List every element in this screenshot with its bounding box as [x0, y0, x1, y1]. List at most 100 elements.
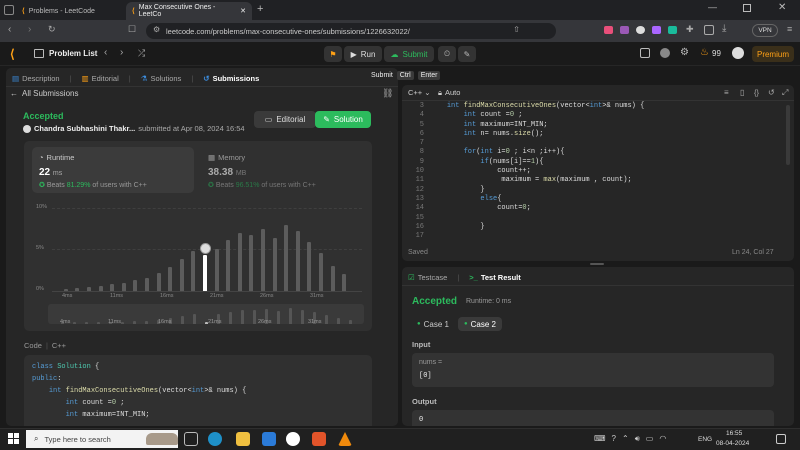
histogram-bar[interactable] [133, 280, 138, 291]
author-avatar[interactable] [23, 124, 31, 133]
next-problem-icon[interactable]: › [120, 47, 123, 58]
editorial-button[interactable]: ▭ Editorial [254, 111, 316, 128]
close-window-button[interactable]: ✕ [778, 2, 786, 13]
histogram-bar[interactable] [214, 248, 219, 291]
histogram-bar[interactable] [272, 237, 277, 291]
back-icon[interactable]: ‹ [8, 24, 11, 35]
panel-resize-handle[interactable] [590, 263, 604, 265]
run-button[interactable]: ▶ Run [344, 46, 382, 62]
histogram-bar[interactable] [179, 259, 184, 291]
prev-problem-icon[interactable]: ‹ [104, 47, 107, 58]
tab-solutions[interactable]: ⚗ Solutions [141, 74, 182, 83]
case-2-tab[interactable]: ● Case 2 [458, 317, 502, 331]
autocomplete-toggle[interactable]: 🔒︎ Auto [438, 88, 460, 98]
extension-icon-2[interactable] [620, 26, 629, 34]
tab-submissions[interactable]: ↺ Submissions [203, 74, 259, 83]
windows-start-icon[interactable] [8, 433, 19, 444]
brave-icon[interactable] [312, 432, 326, 446]
forward-icon[interactable]: › [28, 24, 31, 35]
author-name[interactable]: Chandra Subhashini Thakr... [34, 124, 135, 133]
file-explorer-icon[interactable] [236, 432, 250, 446]
extension-icon-3[interactable] [636, 26, 645, 34]
browser-tab-active[interactable]: ⟨ Max Consecutive Ones - LeetCo ✕ [126, 2, 252, 20]
all-submissions-link[interactable]: ← All Submissions [10, 89, 78, 98]
problem-list-link[interactable]: Problem List [49, 49, 97, 58]
download-icon[interactable]: ⤓ [722, 23, 726, 34]
notes-button[interactable]: ✎ [458, 46, 476, 62]
bookmark-icon[interactable]: ☐ [128, 24, 136, 35]
bookmark-icon[interactable]: ▯ [740, 88, 744, 97]
extension-icon-5[interactable] [668, 26, 677, 34]
debug-button[interactable]: ⚑ [324, 46, 342, 62]
histogram-bar[interactable] [319, 252, 323, 291]
histogram-bar[interactable] [261, 228, 265, 291]
browser-tab-problems[interactable]: ⟨ Problems - LeetCode ✕ [16, 2, 138, 20]
minimize-button[interactable]: — [708, 2, 717, 12]
sidebar-toggle-icon[interactable] [704, 25, 714, 35]
runtime-card[interactable]: ◔ Runtime 22 ms ✪ Beats 81.29% of users w… [32, 147, 194, 193]
tab-testcase[interactable]: ☑ Testcase [408, 273, 447, 282]
format-icon[interactable]: ≡ [724, 88, 729, 97]
histogram-bar[interactable] [342, 274, 347, 291]
histogram-bar[interactable] [156, 272, 161, 291]
site-info-icon[interactable]: ⚙ [153, 25, 160, 34]
layout-icon[interactable] [640, 48, 650, 58]
tab-editorial[interactable]: ▥ Editorial [82, 74, 119, 83]
histogram-bar[interactable] [307, 242, 312, 291]
copy-link-icon[interactable]: ⛓ [382, 88, 393, 99]
code-block[interactable]: class Solution { public: int findMaxCons… [24, 355, 372, 426]
submit-button[interactable]: ☁ Submit [384, 46, 434, 62]
streak-count[interactable]: 99 [712, 49, 721, 58]
mail-icon[interactable] [262, 432, 276, 446]
fullscreen-icon[interactable]: ⤢ [782, 88, 788, 98]
restore-button[interactable] [743, 4, 751, 12]
extensions-puzzle-icon[interactable]: ✚ [686, 24, 694, 35]
window-menu-icon[interactable] [4, 5, 14, 15]
clock-time[interactable]: 16:55 [726, 430, 742, 437]
histogram-bar[interactable] [226, 239, 231, 291]
settings-gear-icon[interactable]: ⚙ [680, 47, 689, 58]
braces-icon[interactable]: {} [754, 88, 759, 97]
edge-icon[interactable] [208, 432, 222, 446]
case-1-tab[interactable]: ● Case 1 [414, 317, 452, 331]
tray-icons[interactable]: ⌨? ⌃ 🔊︎ ▭ ◠ [594, 434, 666, 444]
editor-scrollbar[interactable] [786, 105, 790, 165]
histogram-bar[interactable] [330, 266, 335, 291]
extension-icon-4[interactable] [652, 26, 661, 34]
extension-icon-1[interactable] [604, 26, 613, 34]
reload-icon[interactable]: ↻ [48, 24, 56, 35]
timer-button[interactable]: ⏲ [438, 46, 456, 62]
histogram-bar[interactable] [284, 224, 289, 291]
histogram-bar[interactable] [145, 277, 149, 291]
leetcode-logo-icon[interactable]: ⟨ [10, 47, 15, 61]
histogram-bar[interactable] [237, 232, 242, 291]
histogram-bar[interactable] [295, 231, 300, 291]
vpn-button[interactable]: VPN [752, 24, 778, 37]
histogram-bar[interactable] [168, 266, 173, 291]
url-field[interactable]: ⚙ leetcode.com/problems/max-consecutive-… [146, 23, 556, 39]
reset-icon[interactable]: ↺ [768, 88, 775, 97]
tab-close-icon[interactable]: ✕ [240, 7, 246, 15]
tab-description[interactable]: ▤ Description [12, 74, 60, 83]
memory-card[interactable]: ▦ Memory 38.38 MB ✪ Beats 96.51% of users… [202, 147, 364, 193]
new-tab-button[interactable]: + [257, 3, 263, 15]
browser-menu-icon[interactable]: ≡ [787, 24, 792, 34]
share-icon[interactable]: ⇧ [513, 25, 520, 34]
runtime-histogram[interactable] [60, 208, 350, 291]
clock-date[interactable]: 08-04-2024 [716, 440, 749, 447]
premium-button[interactable]: Premium [752, 46, 794, 62]
avatar-small-icon[interactable] [660, 48, 670, 58]
task-view-icon[interactable] [184, 432, 198, 446]
dell-icon[interactable] [286, 432, 300, 446]
notifications-icon[interactable] [776, 434, 786, 444]
avatar[interactable] [732, 47, 744, 59]
histogram-bar[interactable] [191, 251, 196, 291]
current-submission-marker[interactable] [199, 243, 211, 254]
shuffle-icon[interactable]: ⤮ [138, 48, 145, 59]
histogram-bar-current[interactable] [203, 255, 207, 291]
input-language[interactable]: ENG [698, 436, 712, 443]
histogram-bar[interactable] [249, 234, 254, 291]
histogram-bar[interactable] [110, 284, 115, 291]
solution-button[interactable]: ✎ Solution [315, 111, 371, 128]
tab-test-result[interactable]: >_ Test Result [469, 273, 520, 282]
